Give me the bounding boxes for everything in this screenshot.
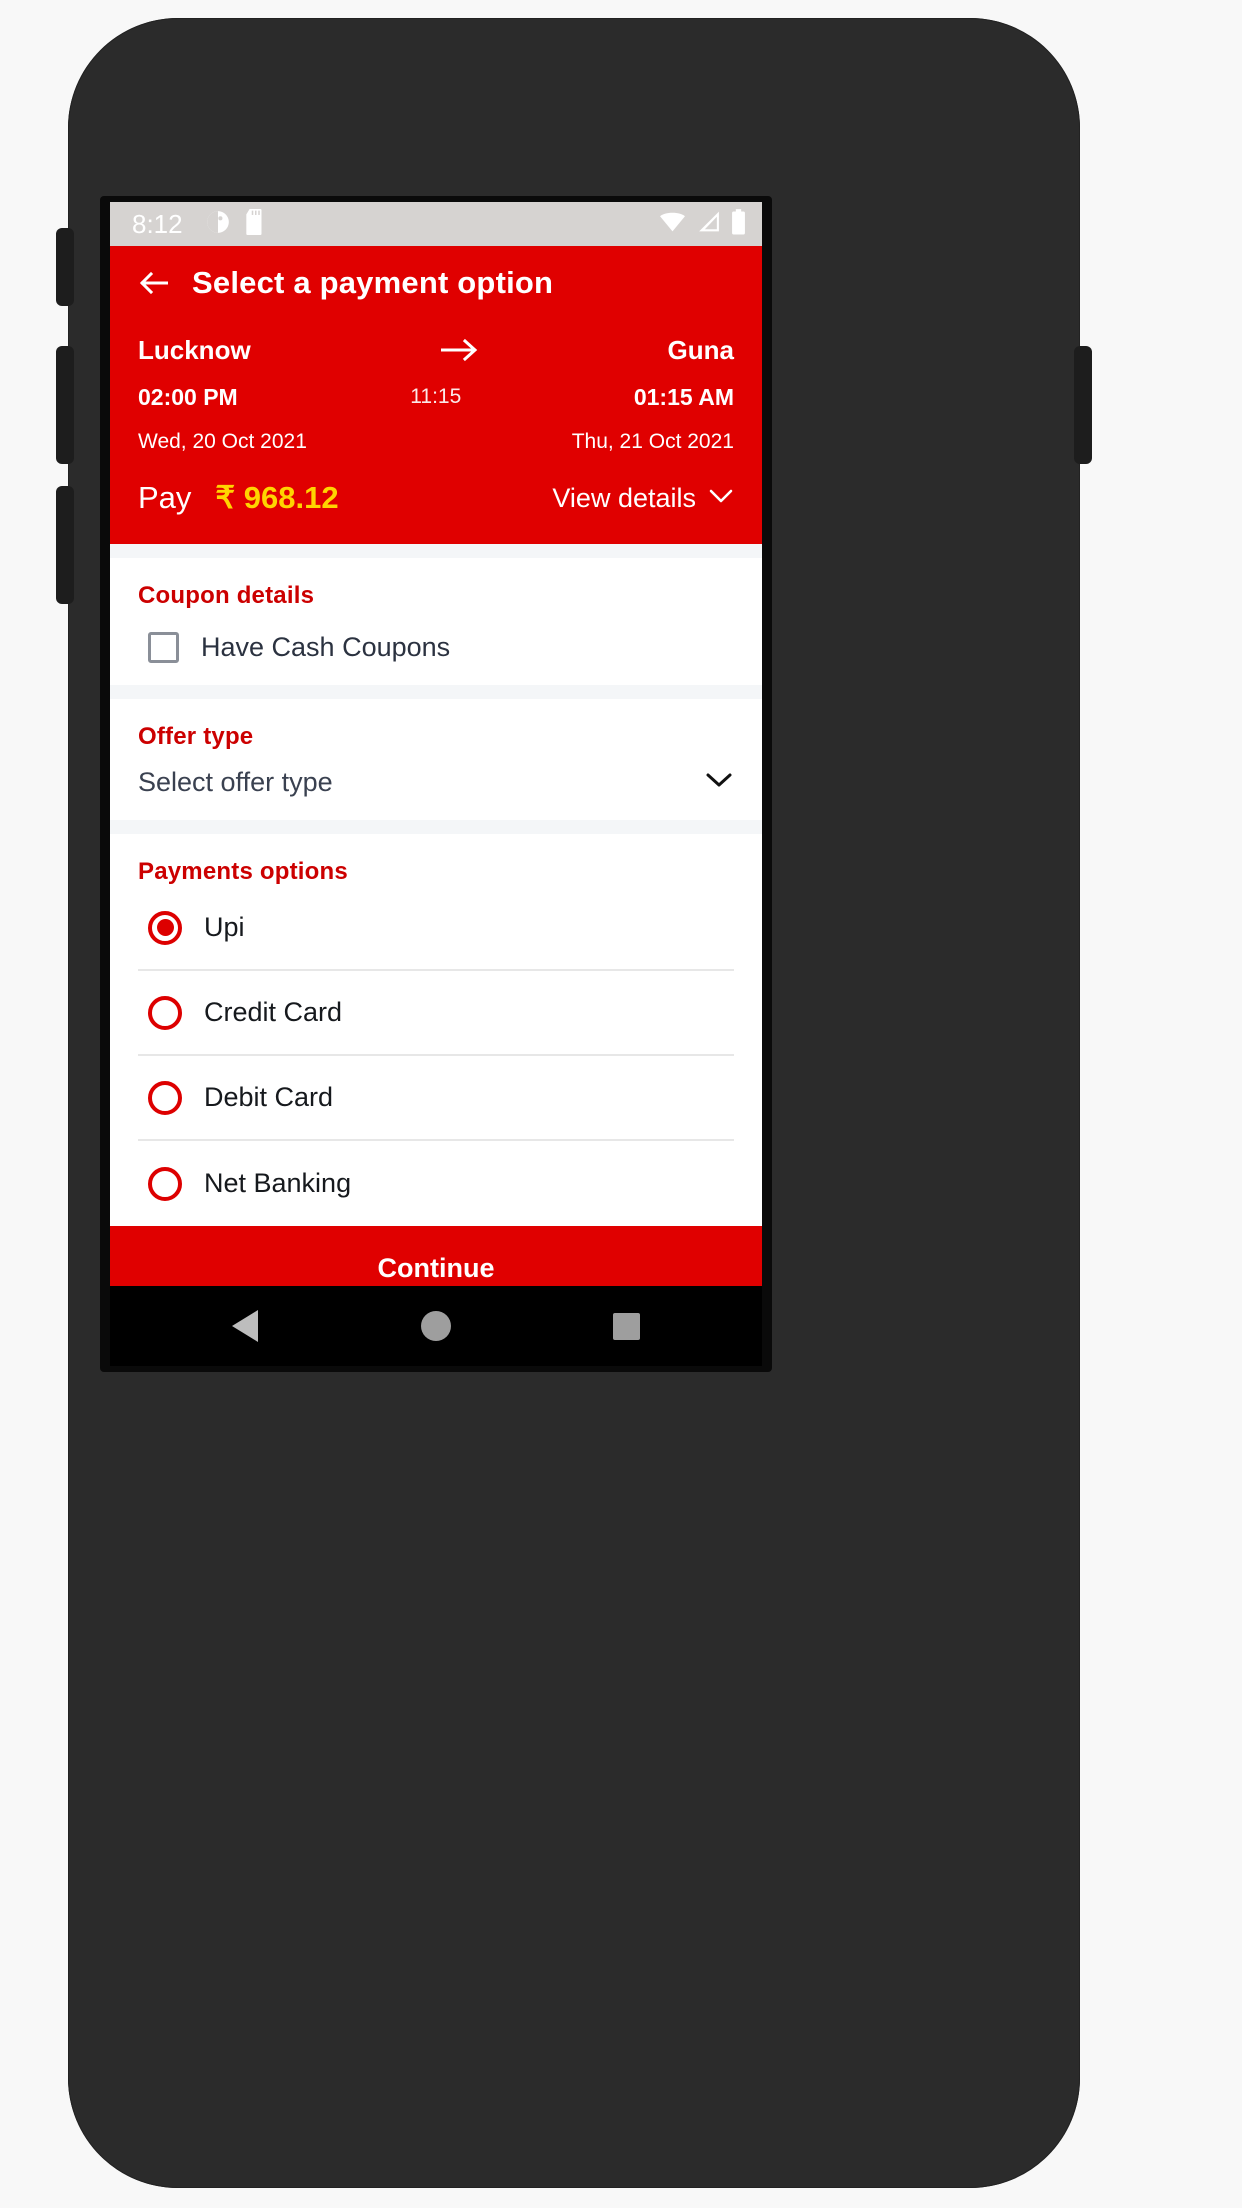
chevron-down-icon[interactable] bbox=[704, 771, 734, 794]
payment-option-label: Net Banking bbox=[204, 1168, 352, 1198]
nav-back-button[interactable] bbox=[200, 1296, 290, 1356]
coupon-details-card: Coupon details Have Cash Coupons bbox=[110, 558, 762, 685]
do-not-disturb-icon bbox=[205, 209, 231, 240]
app-bar: Select a payment option Lucknow Guna 02:… bbox=[110, 246, 762, 544]
payments-options-title: Payments options bbox=[138, 858, 348, 885]
arrow-right-icon bbox=[399, 337, 519, 363]
chevron-down-icon bbox=[708, 488, 734, 509]
journey-duration: 11:15 bbox=[410, 385, 462, 408]
phone-screen: 8:12 Select a payment option Lucknow Gun… bbox=[110, 202, 762, 1366]
status-bar-time: 8:12 bbox=[132, 209, 183, 239]
journey-summary: Lucknow Guna 02:00 PM 11:15 01:15 AM Wed… bbox=[110, 320, 762, 464]
offer-type-title: Offer type bbox=[138, 723, 254, 750]
pay-amount: ₹ 968.12 bbox=[215, 480, 339, 515]
battery-icon bbox=[731, 208, 746, 240]
payment-option-label: Debit Card bbox=[204, 1082, 334, 1112]
have-cash-coupons-label: Have Cash Coupons bbox=[201, 632, 451, 662]
page-title: Select a payment option bbox=[192, 265, 554, 300]
have-cash-coupons-checkbox[interactable] bbox=[148, 632, 179, 663]
radio-icon-upi[interactable] bbox=[148, 910, 182, 945]
sd-card-icon bbox=[244, 208, 266, 240]
journey-cities-row: Lucknow Guna bbox=[138, 326, 734, 374]
origin-city: Lucknow bbox=[138, 334, 251, 365]
nav-recents-button[interactable] bbox=[582, 1296, 672, 1356]
payment-option-net-banking[interactable]: Net Banking bbox=[138, 1141, 734, 1226]
radio-icon-credit-card[interactable] bbox=[148, 995, 182, 1030]
cellular-signal-icon bbox=[696, 210, 721, 239]
nav-home-button[interactable] bbox=[391, 1296, 481, 1356]
section-gap-1 bbox=[110, 685, 762, 699]
arrival-time: 01:15 AM bbox=[633, 383, 734, 410]
payment-option-upi[interactable]: Upi bbox=[138, 886, 734, 971]
departure-time: 02:00 PM bbox=[138, 383, 238, 410]
page-content: Coupon details Have Cash Coupons Offer t… bbox=[110, 544, 762, 1286]
pay-label: Pay bbox=[138, 480, 192, 515]
radio-icon-debit-card[interactable] bbox=[148, 1080, 182, 1115]
coupon-details-title: Coupon details bbox=[138, 582, 315, 609]
departure-date: Wed, 20 Oct 2021 bbox=[138, 430, 307, 453]
section-gap-2 bbox=[110, 820, 762, 834]
screenshot-stage: 8:12 Select a payment option Lucknow Gun… bbox=[0, 0, 1242, 2208]
status-bar: 8:12 bbox=[110, 202, 762, 246]
payment-option-label: Credit Card bbox=[204, 997, 343, 1027]
payment-option-credit-card[interactable]: Credit Card bbox=[138, 971, 734, 1056]
status-bar-right-icons bbox=[659, 208, 746, 240]
journey-dates-row: Wed, 20 Oct 2021 Thu, 21 Oct 2021 bbox=[138, 420, 734, 464]
radio-icon-net-banking[interactable] bbox=[148, 1166, 182, 1201]
wifi-icon bbox=[659, 210, 686, 239]
section-gap-top bbox=[110, 544, 762, 558]
view-details-label: View details bbox=[552, 482, 696, 513]
android-navigation-bar bbox=[110, 1286, 762, 1366]
have-cash-coupons-row[interactable]: Have Cash Coupons bbox=[138, 632, 734, 663]
offer-type-card: Offer type Select offer type bbox=[110, 699, 762, 820]
phone-button-power[interactable] bbox=[1074, 346, 1092, 464]
continue-button-label: Continue bbox=[377, 1252, 495, 1283]
journey-times-row: 02:00 PM 11:15 01:15 AM bbox=[138, 374, 734, 420]
phone-button-left-top[interactable] bbox=[56, 228, 74, 306]
view-details-button[interactable]: View details bbox=[552, 483, 734, 514]
offer-type-select[interactable]: Select offer type bbox=[138, 767, 734, 798]
phone-button-volume-up[interactable] bbox=[56, 346, 74, 464]
recents-square-icon bbox=[613, 1312, 641, 1340]
payments-options-card: Payments options Upi Credit Card Debit C… bbox=[110, 834, 762, 1226]
pay-summary-row: Pay ₹ 968.12 View details bbox=[110, 464, 762, 534]
payment-option-label: Upi bbox=[204, 912, 245, 942]
phone-button-volume-down[interactable] bbox=[56, 486, 74, 604]
back-triangle-icon bbox=[232, 1310, 259, 1342]
status-bar-left-icons bbox=[205, 208, 266, 240]
payment-option-debit-card[interactable]: Debit Card bbox=[138, 1056, 734, 1141]
home-circle-icon bbox=[420, 1311, 451, 1341]
app-bar-top-row: Select a payment option bbox=[110, 246, 762, 320]
destination-city: Guna bbox=[667, 334, 734, 365]
arrow-left-icon[interactable] bbox=[138, 266, 172, 300]
continue-button[interactable]: Continue bbox=[110, 1226, 762, 1286]
offer-type-selected-value: Select offer type bbox=[138, 767, 333, 797]
arrival-date: Thu, 21 Oct 2021 bbox=[571, 430, 734, 453]
